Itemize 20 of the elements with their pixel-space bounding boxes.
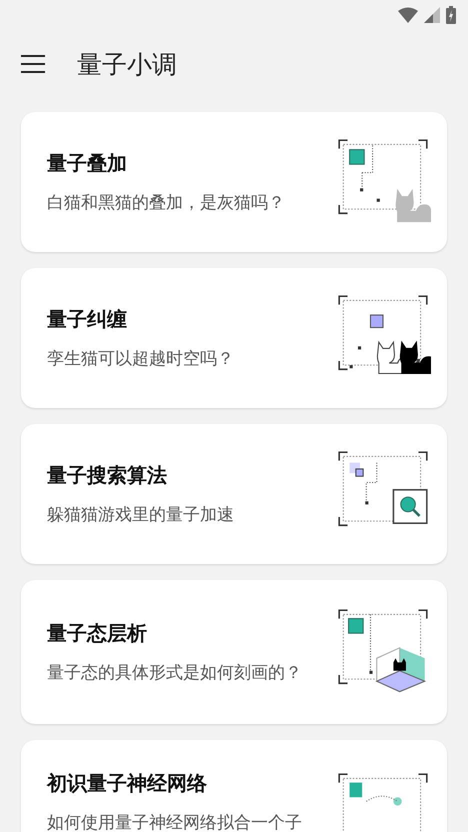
card-title: 量子纠缠 — [47, 306, 128, 333]
card-subtitle: 量子态的具体形式是如何刻画的？ — [47, 662, 303, 684]
card-title: 量子叠加 — [47, 150, 128, 177]
card-title: 初识量子神经网络 — [47, 770, 208, 797]
card-title: 量子态层析 — [47, 620, 148, 647]
card-subtitle: 白猫和黑猫的叠加，是灰猫吗？ — [47, 192, 286, 214]
card-subtitle: 如何使用量子神经网络拟合一个子 — [47, 812, 303, 832]
card-subtitle: 孪生猫可以超越时空吗？ — [47, 348, 235, 370]
topic-card[interactable]: 量子叠加 白猫和黑猫的叠加，是灰猫吗？ — [21, 112, 447, 252]
card-title: 量子搜索算法 — [47, 462, 168, 489]
battery-icon — [446, 6, 456, 24]
menu-icon — [21, 55, 45, 73]
topic-card[interactable]: 初识量子神经网络 如何使用量子神经网络拟合一个子 — [21, 740, 447, 832]
topic-card[interactable]: 量子纠缠 孪生猫可以超越时空吗？ — [21, 268, 447, 408]
topic-card[interactable]: 量子态层析 量子态的具体形式是如何刻画的？ — [21, 580, 447, 724]
topic-card[interactable]: 量子搜索算法 躲猫猫游戏里的量子加速 — [21, 424, 447, 564]
wifi-icon — [398, 7, 418, 23]
app-title: 量子小调 — [77, 48, 177, 80]
signal-icon — [424, 7, 440, 23]
card-subtitle: 躲猫猫游戏里的量子加速 — [47, 504, 235, 526]
